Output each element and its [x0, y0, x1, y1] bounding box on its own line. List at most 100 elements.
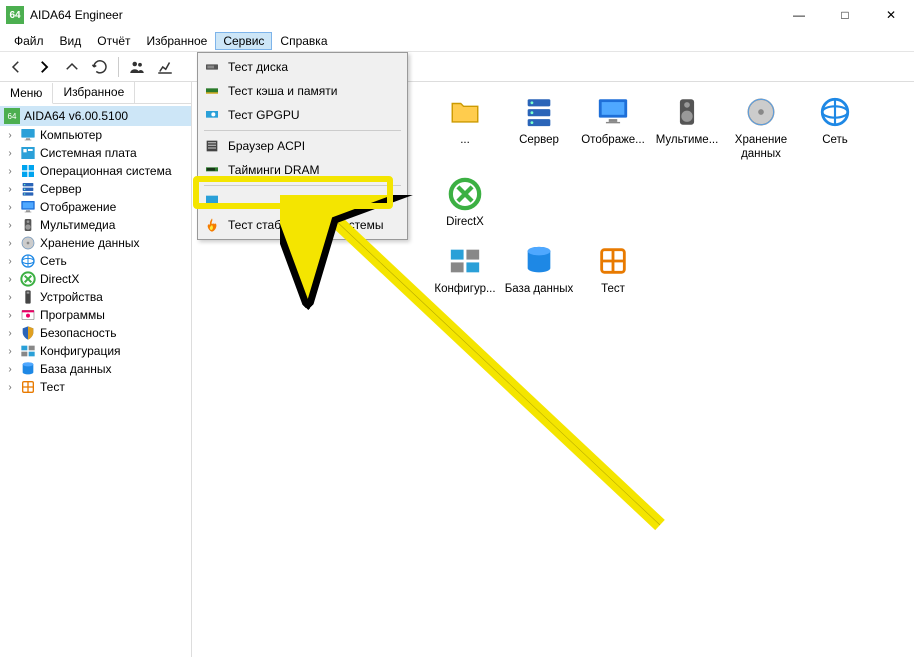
menu-separator	[204, 185, 401, 186]
content-item[interactable]: Сервер	[502, 94, 576, 162]
maximize-button[interactable]: □	[822, 0, 868, 30]
content-item-label: Сеть	[822, 134, 848, 148]
content-item[interactable]: База данных	[502, 243, 576, 297]
content-item-label: Отображе...	[581, 134, 645, 148]
expander-icon[interactable]: ›	[4, 292, 16, 303]
content-item[interactable]: DirectX	[428, 176, 502, 230]
expander-icon[interactable]: ›	[4, 220, 16, 231]
menu-file[interactable]: Файл	[6, 32, 52, 50]
dropdown-item[interactable]: Браузер ACPI	[200, 134, 405, 158]
expander-icon[interactable]: ›	[4, 328, 16, 339]
content-item[interactable]: Сеть	[798, 94, 872, 162]
tree-item[interactable]: › Безопасность	[0, 324, 191, 342]
app-icon: 64	[6, 6, 24, 24]
dropdown-item[interactable]: Тест GPGPU	[200, 103, 405, 127]
tree-item[interactable]: ›Отображение	[0, 198, 191, 216]
expander-icon[interactable]: ›	[4, 364, 16, 375]
dropdown-item[interactable]: Тест диска	[200, 55, 405, 79]
forward-button[interactable]	[32, 55, 56, 79]
menu-service[interactable]: Сервис	[215, 32, 272, 50]
tree-item-label: Сеть	[40, 254, 67, 268]
content-item[interactable]: Отображе...	[576, 94, 650, 162]
expander-icon[interactable]: ›	[4, 310, 16, 321]
expander-icon[interactable]: ›	[4, 238, 16, 249]
tree-item[interactable]: › Конфигурация	[0, 342, 191, 360]
sidebar-tabs: Меню Избранное	[0, 82, 191, 104]
tree-root[interactable]: 64 AIDA64 v6.00.5100	[0, 106, 191, 126]
up-button[interactable]	[60, 55, 84, 79]
database-icon	[20, 361, 36, 377]
content-item[interactable]: Конфигур...	[428, 243, 502, 297]
dropdown-item[interactable]: Тест кэша и памяти	[200, 79, 405, 103]
expander-icon[interactable]: ›	[4, 274, 16, 285]
tree-item-label: DirectX	[40, 272, 79, 286]
disk-icon	[743, 94, 779, 130]
content-item-label: Тест	[601, 283, 625, 297]
programs-icon	[20, 307, 36, 323]
menu-help[interactable]: Справка	[272, 32, 335, 50]
chart-button[interactable]	[153, 55, 177, 79]
tree-item[interactable]: ›Сервер	[0, 180, 191, 198]
sidebar-tab-favorites[interactable]: Избранное	[53, 82, 135, 103]
tree-item-label: Компьютер	[40, 128, 102, 142]
minimize-button[interactable]: —	[776, 0, 822, 30]
menu-favorites[interactable]: Избранное	[139, 32, 216, 50]
memory-test-icon	[204, 83, 220, 99]
expander-icon[interactable]: ›	[4, 382, 16, 393]
tree-item[interactable]: ›Тест	[0, 378, 191, 396]
monitor-icon	[20, 127, 36, 143]
folder-icon	[447, 94, 483, 130]
tree-item-label: Безопасность	[40, 326, 117, 340]
menu-view[interactable]: Вид	[52, 32, 90, 50]
tree-item[interactable]: › Сеть	[0, 252, 191, 270]
tree: 64 AIDA64 v6.00.5100 › Компьютер ›Системна…	[0, 104, 191, 657]
tree-item[interactable]: › DirectX	[0, 270, 191, 288]
chevron-right-icon	[35, 58, 53, 76]
board-icon	[20, 145, 36, 161]
content-item[interactable]: Хранение данных	[724, 94, 798, 162]
expander-icon[interactable]: ›	[4, 148, 16, 159]
sidebar: Меню Избранное 64 AIDA64 v6.00.5100 › Ком…	[0, 82, 192, 657]
content-item[interactable]: Тест	[576, 243, 650, 297]
users-button[interactable]	[125, 55, 149, 79]
tree-item[interactable]: › Компьютер	[0, 126, 191, 144]
tree-item[interactable]: ›Хранение данных	[0, 234, 191, 252]
acpi-icon	[204, 138, 220, 154]
expander-icon[interactable]: ›	[4, 166, 16, 177]
content-item[interactable]: Мультиме...	[650, 94, 724, 162]
tree-item-label: Устройства	[40, 290, 103, 304]
expander-icon[interactable]: ›	[4, 130, 16, 141]
menu-report[interactable]: Отчёт	[89, 32, 138, 50]
expander-icon[interactable]: ›	[4, 184, 16, 195]
tree-item[interactable]: ›Операционная система	[0, 162, 191, 180]
menubar: Файл Вид Отчёт Избранное Сервис Справка	[0, 30, 914, 52]
expander-icon[interactable]: ›	[4, 346, 16, 357]
tree-item[interactable]: ›Программы	[0, 306, 191, 324]
menu-separator	[204, 130, 401, 131]
content-item-label: Хранение данных	[725, 134, 797, 162]
tree-item[interactable]: ›База данных	[0, 360, 191, 378]
dropdown-item-label: Тест стабильности системы	[228, 218, 383, 232]
content-item[interactable]: ...	[428, 94, 502, 162]
tree-item-label: Конфигурация	[40, 344, 121, 358]
database-icon	[521, 243, 557, 279]
expander-icon[interactable]: ›	[4, 202, 16, 213]
tree-item[interactable]: ›Системная плата	[0, 144, 191, 162]
back-button[interactable]	[4, 55, 28, 79]
sidebar-tab-menu[interactable]: Меню	[0, 83, 53, 104]
dropdown-item[interactable]: Тест стабильности системы	[200, 213, 405, 237]
dropdown-item[interactable]: Тайминги DRAM	[200, 158, 405, 182]
close-button[interactable]: ✕	[868, 0, 914, 30]
dropdown-item-label: Тайминги DRAM	[228, 163, 320, 177]
dropdown-item[interactable]	[200, 189, 405, 213]
dropdown-item-label: Тест диска	[228, 60, 288, 74]
windows-icon	[20, 163, 36, 179]
content-item-label: DirectX	[446, 216, 484, 230]
tree-item[interactable]: ›Мультимедиа	[0, 216, 191, 234]
dropdown-item-label: Тест GPGPU	[228, 108, 300, 122]
monitor-diag-icon	[204, 193, 220, 209]
tree-item[interactable]: › Устройства	[0, 288, 191, 306]
refresh-button[interactable]	[88, 55, 112, 79]
expander-icon[interactable]: ›	[4, 256, 16, 267]
aida-icon: 64	[4, 108, 20, 124]
